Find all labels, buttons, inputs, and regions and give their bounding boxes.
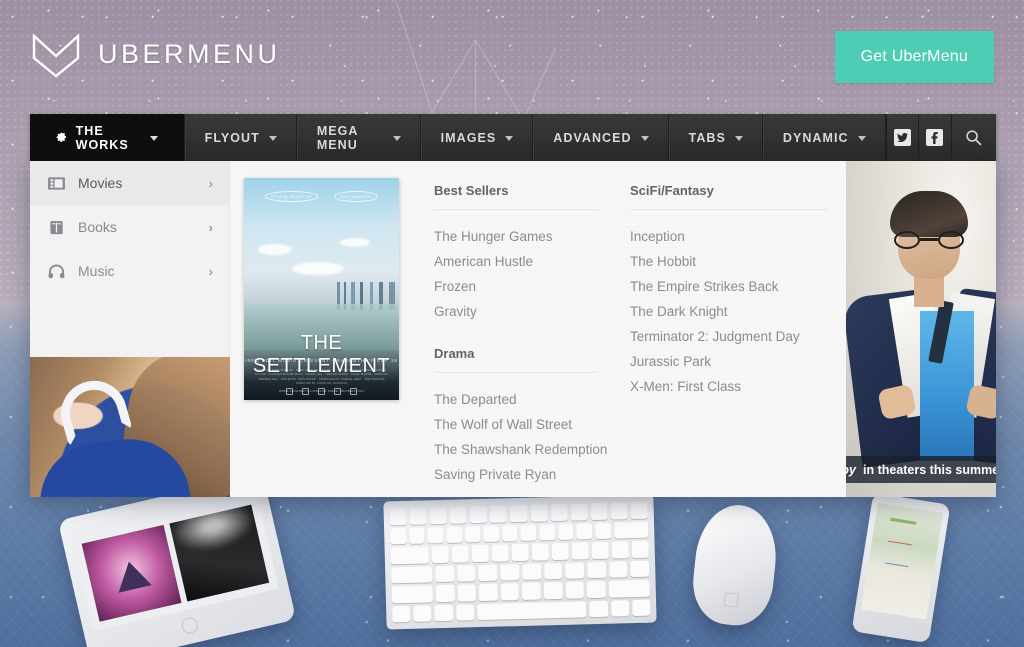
site-header: UBERMENU Get UberMenu	[0, 0, 1024, 114]
menu-item-dynamic[interactable]: DYNAMIC	[762, 114, 886, 161]
pinterest-icon	[318, 388, 325, 395]
menu-item-flyout[interactable]: FLYOUT	[184, 114, 297, 161]
menu-item-the-works[interactable]: THE WORKS	[30, 114, 185, 161]
chevron-down-icon	[640, 135, 649, 141]
menu-item-label: IMAGES	[440, 130, 497, 145]
list-item[interactable]: X-Men: First Class	[630, 374, 828, 399]
chevron-down-icon	[149, 135, 158, 141]
chevron-down-icon	[268, 135, 277, 141]
list-item[interactable]: The Hobbit	[630, 249, 828, 274]
search-icon	[966, 130, 982, 146]
menu-item-label: DYNAMIC	[782, 130, 849, 145]
column-movies-left: Best Sellers The Hunger Games American H…	[420, 175, 616, 497]
instagram-icon	[286, 388, 293, 395]
list-item[interactable]: Gravity	[434, 299, 598, 324]
list-item[interactable]: Inception	[630, 224, 828, 249]
phone-screen	[861, 502, 944, 620]
list-item[interactable]: The Wolf of Wall Street	[434, 412, 598, 437]
chevron-right-icon: ›	[208, 175, 213, 191]
chevron-right-icon: ›	[208, 263, 213, 279]
headphones-icon	[48, 263, 65, 278]
sidebar-item-movies[interactable]: Movies ›	[30, 161, 229, 205]
mega-menu-panel: Movies › Books › Music › OFFICIAL SELECT…	[30, 161, 996, 497]
menu-item-label: TABS	[688, 130, 726, 145]
site-logo-text: UBERMENU	[98, 38, 281, 69]
ubermenu-logo-icon	[32, 33, 80, 78]
menu-item-advanced[interactable]: ADVANCED	[533, 114, 669, 161]
page-root: UBERMENU Get UberMenu THE WORKS FLYOUT M…	[0, 0, 1024, 647]
twitter-link[interactable]	[885, 114, 919, 161]
main-menu-bar: THE WORKS FLYOUT MEGA MENU IMAGES ADVANC…	[30, 114, 996, 161]
menu-item-images[interactable]: IMAGES	[420, 114, 534, 161]
poster-tagline: INFO EDIT MOVIE OR EVENT · SAGDBYHA'F SE…	[245, 358, 398, 363]
list-item[interactable]: Jurassic Park	[630, 349, 828, 374]
list-item[interactable]: Saving Private Ryan	[434, 462, 598, 487]
hero-caption[interactable]: Wonderboy in theaters this summer ❯	[846, 456, 996, 483]
poster-laurel-left: OFFICIAL SELECTION	[264, 191, 318, 202]
menu-item-label: FLYOUT	[204, 130, 260, 145]
gear-icon	[56, 132, 66, 142]
tablet-home-button	[180, 615, 200, 636]
vimeo-icon	[334, 388, 341, 395]
poster-laurel-right: BEST ANIMATION	[333, 191, 379, 202]
glasses-icon	[894, 231, 964, 249]
chevron-down-icon	[505, 135, 514, 141]
menu-item-label: ADVANCED	[553, 130, 632, 145]
poster-social-icons	[244, 388, 399, 395]
mega-menu-columns: Best Sellers The Hunger Games American H…	[420, 161, 846, 497]
chevron-right-icon: ›	[208, 219, 213, 235]
sidebar-item-books[interactable]: Books ›	[30, 205, 229, 249]
menu-item-label: MEGA MENU	[316, 123, 359, 152]
mega-menu-sidebar: Movies › Books › Music ›	[30, 161, 230, 497]
hero-caption-title: Wonderboy	[846, 462, 856, 477]
menu-item-tabs[interactable]: TABS	[668, 114, 763, 161]
list-item[interactable]: The Empire Strikes Back	[630, 274, 828, 299]
album-art-left	[81, 524, 182, 622]
sidebar-item-label: Music	[78, 263, 115, 279]
facebook-icon	[926, 129, 944, 146]
list-item[interactable]: The Dark Knight	[630, 299, 828, 324]
film-icon	[48, 176, 65, 190]
youtube-icon	[350, 388, 357, 395]
chevron-down-icon	[857, 135, 866, 141]
list-item[interactable]: American Hustle	[434, 249, 598, 274]
search-button[interactable]	[950, 114, 996, 161]
album-art-right	[169, 504, 270, 602]
sidebar-headphones-photo	[30, 357, 230, 497]
mega-menu-hero-image: Wonderboy in theaters this summer ❯	[846, 161, 996, 497]
list-item[interactable]: The Hunger Games	[434, 224, 598, 249]
column-heading-scifi-fantasy: SciFi/Fantasy	[630, 175, 828, 210]
menu-item-label: THE WORKS	[75, 123, 129, 152]
sidebar-item-label: Movies	[78, 175, 123, 191]
list-item[interactable]: Terminator 2: Judgment Day	[630, 324, 828, 349]
chevron-down-icon	[734, 135, 743, 141]
get-ubermenu-button[interactable]: Get UberMenu	[834, 31, 994, 83]
facebook-link[interactable]	[918, 114, 951, 161]
twitter-icon	[893, 129, 911, 146]
list-item[interactable]: Frozen	[434, 274, 598, 299]
menu-item-mega-menu[interactable]: MEGA MENU	[296, 114, 421, 161]
hero-caption-text: in theaters this summer	[862, 462, 996, 477]
column-movies-right: SciFi/Fantasy Inception The Hobbit The E…	[616, 175, 846, 497]
desk-keyboard-prop	[383, 494, 657, 630]
list-item[interactable]: The Shawshank Redemption	[434, 437, 607, 462]
column-heading-drama: Drama	[434, 338, 598, 373]
list-item[interactable]: The Departed	[434, 387, 598, 412]
column-heading-best-sellers: Best Sellers	[434, 175, 598, 210]
sidebar-item-label: Books	[78, 219, 117, 235]
book-icon	[50, 220, 63, 234]
sidebar-item-music[interactable]: Music ›	[30, 249, 229, 293]
site-logo[interactable]: UBERMENU	[30, 28, 281, 80]
twitter-icon	[302, 388, 309, 395]
chevron-down-icon	[392, 135, 401, 141]
mega-menu-poster-column: OFFICIAL SELECTION BEST ANIMATION THE SE…	[230, 161, 420, 497]
movie-poster[interactable]: OFFICIAL SELECTION BEST ANIMATION THE SE…	[244, 178, 399, 400]
poster-laurels: OFFICIAL SELECTION BEST ANIMATION	[244, 191, 399, 202]
poster-credits: STARRING ANNA MAY LEE · MARK JOHN WESLEY…	[254, 369, 389, 386]
